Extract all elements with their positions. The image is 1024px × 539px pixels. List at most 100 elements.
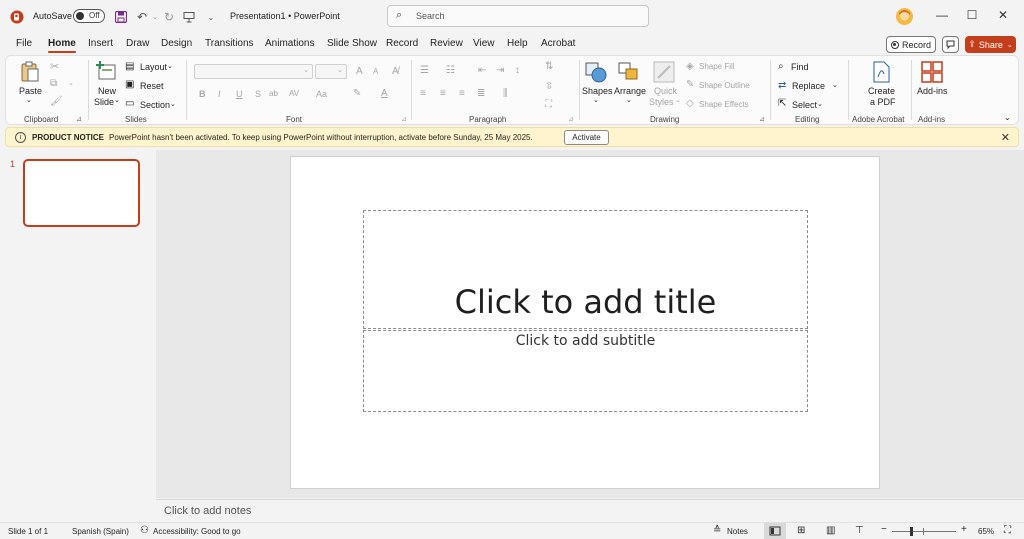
avatar[interactable] <box>896 8 913 25</box>
layout-icon[interactable]: ▤ <box>125 61 134 72</box>
autosave-toggle[interactable]: Off <box>73 9 105 23</box>
tab-animations[interactable]: Animations <box>265 38 314 49</box>
grow-font-button[interactable]: A <box>356 66 363 77</box>
section-icon[interactable]: ▭ <box>125 98 134 109</box>
minimize-icon[interactable]: — <box>932 8 952 24</box>
zoom-in-icon[interactable]: + <box>961 524 967 535</box>
format-painter-icon[interactable]: 🖌 <box>50 96 63 107</box>
zoom-slider-thumb[interactable] <box>910 527 913 536</box>
tab-view[interactable]: View <box>473 38 495 49</box>
tab-design[interactable]: Design <box>161 38 192 49</box>
slide-show-icon[interactable]: ⊤ <box>855 525 864 536</box>
close-icon[interactable]: ✕ <box>993 8 1013 24</box>
add-ins-button[interactable]: Add-ins <box>917 86 948 96</box>
customize-toolbar-icon[interactable]: ⌄ <box>203 9 219 25</box>
tab-transitions[interactable]: Transitions <box>205 38 254 49</box>
add-ins-icon[interactable] <box>921 61 943 83</box>
text-direction-icon[interactable]: ⇅ <box>545 61 553 72</box>
arrange-icon[interactable] <box>617 61 641 83</box>
notes-button[interactable]: Notes <box>727 527 748 536</box>
paste-label[interactable]: Paste <box>19 86 42 96</box>
notes-icon[interactable]: ≙ <box>713 525 721 536</box>
language-status[interactable]: Spanish (Spain) <box>72 527 129 536</box>
find-icon[interactable]: ⌕ <box>778 61 784 72</box>
find-button[interactable]: Find <box>791 62 809 72</box>
record-button[interactable]: Record <box>886 36 936 53</box>
accessibility-status[interactable]: Accessibility: Good to go <box>153 527 241 536</box>
change-case-button[interactable]: Aa <box>316 89 327 99</box>
tab-help[interactable]: Help <box>507 38 528 49</box>
align-right-icon[interactable]: ≡ <box>459 88 465 99</box>
select-button[interactable]: Select <box>792 100 817 110</box>
replace-button[interactable]: Replace <box>792 81 825 91</box>
align-center-icon[interactable]: ≡ <box>440 88 446 99</box>
shapes-icon[interactable] <box>584 61 608 83</box>
reset-icon[interactable]: ▣ <box>125 79 134 90</box>
replace-dropdown-icon[interactable]: ⌄ <box>832 81 838 89</box>
quick-styles-label-1[interactable]: Quick <box>654 86 677 96</box>
section-button[interactable]: Section <box>140 100 170 110</box>
subtitle-placeholder[interactable]: Click to add subtitle <box>363 330 808 412</box>
layout-dropdown-icon[interactable]: ⌄ <box>167 62 173 70</box>
share-button[interactable]: ⇪ Share ⌄ <box>965 36 1016 53</box>
section-dropdown-icon[interactable]: ⌄ <box>170 100 176 108</box>
character-spacing-button[interactable]: AV <box>289 89 299 98</box>
font-size-combo[interactable]: ⌄ <box>315 64 347 79</box>
underline-button[interactable]: U <box>236 89 243 99</box>
create-pdf-label-1[interactable]: Create <box>868 86 895 96</box>
slide-sorter-icon[interactable]: ⊞ <box>797 525 805 536</box>
create-pdf-label-2[interactable]: a PDF <box>870 97 896 107</box>
arrange-label[interactable]: Arrange <box>614 86 646 96</box>
maximize-icon[interactable]: ☐ <box>962 8 982 24</box>
paste-icon[interactable] <box>20 61 40 83</box>
comments-button[interactable] <box>942 36 959 53</box>
font-name-combo[interactable]: ⌄ <box>194 64 313 79</box>
align-left-icon[interactable]: ≡ <box>420 88 426 99</box>
select-icon[interactable]: ⇱ <box>778 98 786 109</box>
search-box[interactable]: ⌕ Search <box>387 5 649 27</box>
quick-styles-label-2[interactable]: Styles <box>649 97 674 107</box>
font-color-icon[interactable]: A <box>381 88 388 99</box>
shape-fill-icon[interactable]: ◈ <box>686 61 694 72</box>
paste-dropdown-icon[interactable]: ⌄ <box>26 96 32 104</box>
cut-icon[interactable]: ✂ <box>50 60 59 73</box>
shrink-font-button[interactable]: A <box>373 67 378 76</box>
columns-icon[interactable]: ⫼ <box>503 88 508 99</box>
shapes-dropdown-icon[interactable]: ⌄ <box>593 96 599 104</box>
align-text-icon[interactable]: ⇳ <box>545 81 553 92</box>
shape-effects-icon[interactable]: ◇ <box>686 98 694 109</box>
redo-icon[interactable]: ↻ <box>161 9 177 25</box>
reset-button[interactable]: Reset <box>140 81 164 91</box>
highlight-icon[interactable]: ✎ <box>353 88 361 99</box>
title-placeholder[interactable]: Click to add title <box>363 210 808 329</box>
tab-record[interactable]: Record <box>386 38 418 49</box>
new-slide-label-2[interactable]: Slide <box>94 97 114 107</box>
increase-indent-icon[interactable]: ⇥ <box>496 65 504 76</box>
shape-fill-button[interactable]: Shape Fill <box>699 62 735 71</box>
tab-file[interactable]: File <box>16 38 32 49</box>
layout-button[interactable]: Layout <box>140 62 167 72</box>
clipboard-launcher-icon[interactable]: ⊿ <box>76 115 82 123</box>
present-from-start-icon[interactable] <box>181 9 197 25</box>
replace-icon[interactable]: ⇄ <box>778 80 786 91</box>
quick-styles-icon[interactable] <box>653 61 675 83</box>
select-dropdown-icon[interactable]: ⌄ <box>817 100 823 108</box>
tab-slide-show[interactable]: Slide Show <box>327 38 377 49</box>
fit-to-window-icon[interactable]: ⛶ <box>1004 525 1011 536</box>
clear-formatting-icon[interactable]: A̸ <box>392 66 399 77</box>
shape-outline-button[interactable]: Shape Outline <box>699 81 750 90</box>
activate-button[interactable]: Activate <box>564 130 609 145</box>
normal-view-button[interactable] <box>764 523 786 539</box>
shapes-label[interactable]: Shapes <box>582 86 613 96</box>
numbering-icon[interactable]: ☷ <box>446 65 455 76</box>
decrease-indent-icon[interactable]: ⇤ <box>478 65 486 76</box>
zoom-out-icon[interactable]: − <box>881 524 887 535</box>
arrange-dropdown-icon[interactable]: ⌄ <box>626 96 632 104</box>
zoom-slider[interactable] <box>892 527 956 536</box>
italic-button[interactable]: I <box>218 89 221 99</box>
tab-draw[interactable]: Draw <box>126 38 149 49</box>
line-spacing-icon[interactable]: ↕ <box>515 65 520 76</box>
justify-icon[interactable]: ≣ <box>477 88 485 99</box>
drawing-launcher-icon[interactable]: ⊿ <box>759 115 765 123</box>
quick-styles-dropdown-icon[interactable]: ⌄ <box>675 96 681 104</box>
